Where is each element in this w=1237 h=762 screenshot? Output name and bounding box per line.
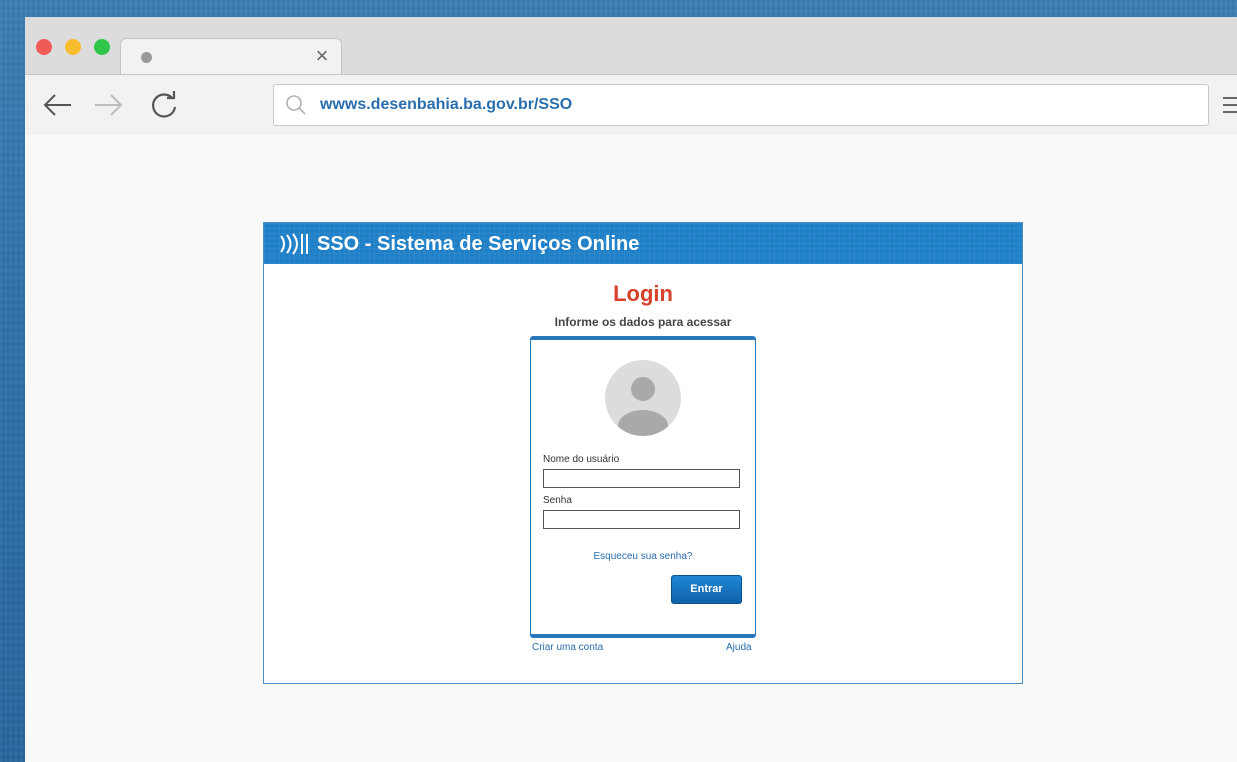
password-input[interactable] <box>543 510 740 529</box>
tab-favicon-icon <box>141 52 152 63</box>
login-subtitle: Informe os dados para acessar <box>554 315 732 329</box>
search-icon <box>286 95 306 115</box>
browser-window: × wwws.desenbahia.ba.gov.br/SSO SSO - Si… <box>25 17 1237 762</box>
username-input[interactable] <box>543 469 740 488</box>
page-content: SSO - Sistema de Serviços Online Login I… <box>25 135 1237 762</box>
login-card: Nome do usuário Senha Esqueceu sua senha… <box>530 336 756 638</box>
browser-toolbar: wwws.desenbahia.ba.gov.br/SSO <box>25 74 1237 136</box>
user-avatar-icon <box>605 360 681 436</box>
reload-icon[interactable] <box>147 88 181 122</box>
tab-close-icon[interactable]: × <box>311 45 333 67</box>
login-submit-button[interactable]: Entrar <box>671 575 742 604</box>
sso-logo-icon <box>280 233 308 255</box>
minimize-window-button[interactable] <box>65 39 81 55</box>
address-bar[interactable]: wwws.desenbahia.ba.gov.br/SSO <box>273 84 1209 126</box>
sso-panel: SSO - Sistema de Serviços Online Login I… <box>263 222 1023 684</box>
browser-tab[interactable]: × <box>120 38 342 75</box>
forward-arrow-icon[interactable] <box>91 88 125 122</box>
close-window-button[interactable] <box>36 39 52 55</box>
forgot-password-link[interactable]: Esqueceu sua senha? <box>531 551 755 562</box>
url-text[interactable]: wwws.desenbahia.ba.gov.br/SSO <box>320 96 572 114</box>
create-account-link[interactable]: Criar uma conta <box>532 642 603 653</box>
menu-icon[interactable] <box>1223 97 1237 113</box>
login-title: Login <box>613 281 673 306</box>
back-arrow-icon[interactable] <box>41 88 75 122</box>
password-label: Senha <box>543 495 572 506</box>
panel-title: SSO - Sistema de Serviços Online <box>317 233 640 255</box>
maximize-window-button[interactable] <box>94 39 110 55</box>
username-label: Nome do usuário <box>543 454 620 465</box>
panel-header: SSO - Sistema de Serviços Online <box>264 223 1022 264</box>
browser-titlebar: × <box>25 17 1237 75</box>
help-link[interactable]: Ajuda <box>726 642 752 653</box>
